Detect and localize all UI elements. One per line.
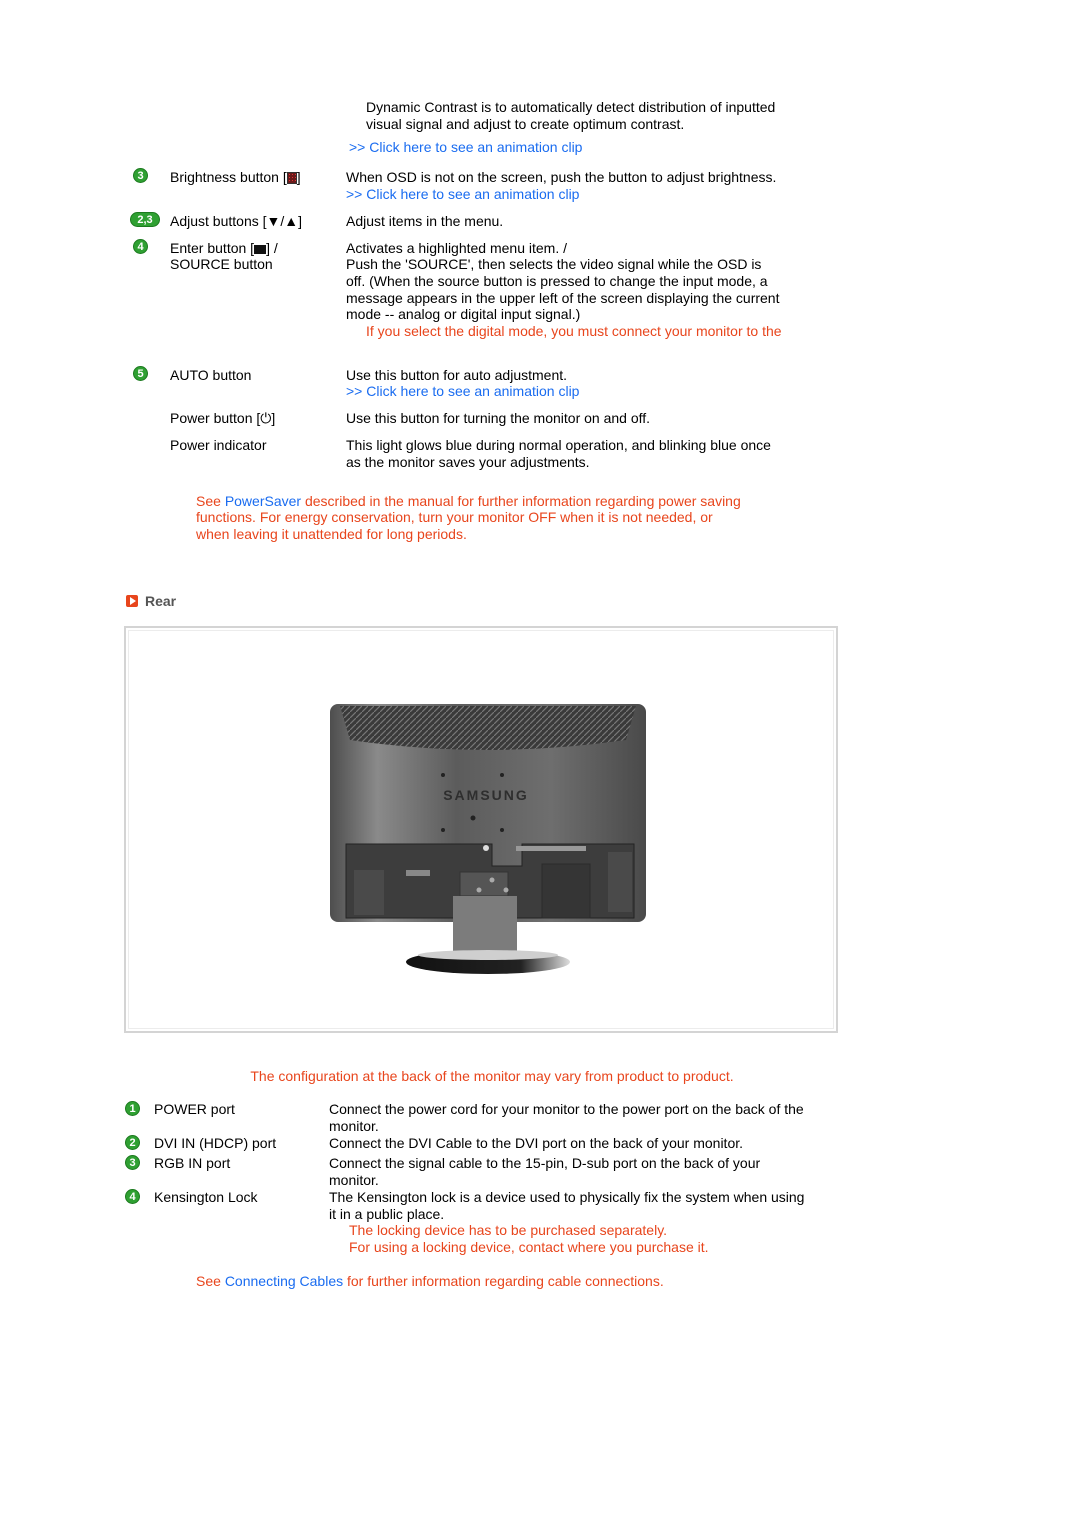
power-indicator-label: Power indicator xyxy=(170,437,267,453)
enter-button-label: Enter button [ ] / xyxy=(170,240,278,257)
auto-animation-link[interactable]: >> Click here to see an animation clip xyxy=(346,383,579,400)
kensington-note-2: For using a locking device, contact wher… xyxy=(349,1239,709,1255)
enter-label-text: Enter button [ xyxy=(170,240,255,256)
enter-desc-3: off. (When the source button is pressed … xyxy=(346,273,768,289)
badge-5-icon: 5 xyxy=(133,366,148,381)
rear-image-frame: SAMSUNG xyxy=(124,626,838,1033)
config-note: The configuration at the back of the mon… xyxy=(250,1068,734,1084)
auto-button-desc: Use this button for auto adjustment. xyxy=(346,367,568,383)
rear-heading: Rear xyxy=(145,593,177,609)
enter-icon xyxy=(254,244,267,254)
auto-button-label: AUTO button xyxy=(170,367,252,383)
monitor-vents xyxy=(340,706,636,750)
monitor-rear-image: SAMSUNG xyxy=(330,704,646,974)
badge-3-port-icon: 3 xyxy=(125,1155,140,1170)
rgb-port-desc-1: Connect the signal cable to the 15-pin, … xyxy=(329,1155,761,1171)
rgb-port-label: RGB IN port xyxy=(154,1155,231,1171)
enter-desc-5: mode -- analog or digital input signal.) xyxy=(346,306,581,322)
enter-desc-1: Activates a highlighted menu item. / xyxy=(346,240,568,256)
powersaver-prefix: See xyxy=(196,493,225,509)
enter-label-suffix: ] / xyxy=(266,240,278,256)
power-port-desc-2: monitor. xyxy=(329,1118,379,1134)
brightness-animation-link[interactable]: >> Click here to see an animation clip xyxy=(346,186,579,203)
source-button-label: SOURCE button xyxy=(170,256,273,272)
badge-4-icon: 4 xyxy=(133,239,148,254)
badge-3-icon: 3 xyxy=(133,168,148,183)
badge-4-port-icon: 4 xyxy=(125,1189,140,1204)
enter-desc-2: Push the 'SOURCE', then selects the vide… xyxy=(346,256,762,272)
digital-mode-note: If you select the digital mode, you must… xyxy=(366,323,782,339)
rgb-port-desc-2: monitor. xyxy=(329,1172,379,1188)
badge-2-3-icon: 2,3 xyxy=(130,212,160,227)
power-indicator-desc-1: This light glows blue during normal oper… xyxy=(346,437,771,453)
kensington-label: Kensington Lock xyxy=(154,1189,258,1205)
power-button-desc: Use this button for turning the monitor … xyxy=(346,410,651,426)
cables-prefix: See xyxy=(196,1273,225,1289)
kensington-note-1: The locking device has to be purchased s… xyxy=(349,1222,668,1238)
dynamic-contrast-desc-1: Dynamic Contrast is to automatically det… xyxy=(366,99,776,115)
dvi-port-desc: Connect the DVI Cable to the DVI port on… xyxy=(329,1135,744,1151)
cables-note: See Connecting Cables for further inform… xyxy=(196,1273,664,1290)
dynamic-contrast-desc-2: visual signal and adjust to create optim… xyxy=(366,116,685,132)
enter-desc-4: message appears in the upper left of the… xyxy=(346,290,780,306)
cables-rest: for further information regarding cable … xyxy=(343,1273,664,1289)
adjust-buttons-label: Adjust buttons [▼/▲] xyxy=(170,213,302,229)
brightness-label-text: Brightness button [ xyxy=(170,169,287,185)
badge-2-icon: 2 xyxy=(125,1135,140,1150)
adjust-buttons-desc: Adjust items in the menu. xyxy=(346,213,504,229)
dynamic-contrast-animation-link[interactable]: >> Click here to see an animation clip xyxy=(349,139,582,156)
powersaver-note-line2: functions. For energy conservation, turn… xyxy=(196,509,713,525)
brightness-button-label: Brightness button [] xyxy=(170,169,301,186)
powersaver-rest: described in the manual for further info… xyxy=(301,493,741,509)
brightness-icon xyxy=(286,172,297,185)
badge-1-icon: 1 xyxy=(125,1101,140,1116)
powersaver-link[interactable]: PowerSaver xyxy=(225,493,301,509)
kensington-desc-1: The Kensington lock is a device used to … xyxy=(329,1189,805,1205)
dvi-port-label: DVI IN (HDCP) port xyxy=(154,1135,277,1151)
power-indicator-desc-2: as the monitor saves your adjustments. xyxy=(346,454,590,470)
rear-bullet-icon xyxy=(126,595,138,607)
power-button-label: Power button [⏻] xyxy=(170,410,276,426)
power-port-label: POWER port xyxy=(154,1101,235,1117)
power-port-desc-1: Connect the power cord for your monitor … xyxy=(329,1101,804,1117)
samsung-logo: SAMSUNG xyxy=(443,787,529,803)
powersaver-note-line1: See PowerSaver described in the manual f… xyxy=(196,493,741,510)
powersaver-note-line3: when leaving it unattended for long peri… xyxy=(196,526,467,542)
kensington-desc-2: it in a public place. xyxy=(329,1206,445,1222)
brightness-desc: When OSD is not on the screen, push the … xyxy=(346,169,777,185)
brightness-label-suffix: ] xyxy=(296,169,301,185)
connecting-cables-link[interactable]: Connecting Cables xyxy=(225,1273,343,1289)
monitor-stand xyxy=(453,896,517,956)
